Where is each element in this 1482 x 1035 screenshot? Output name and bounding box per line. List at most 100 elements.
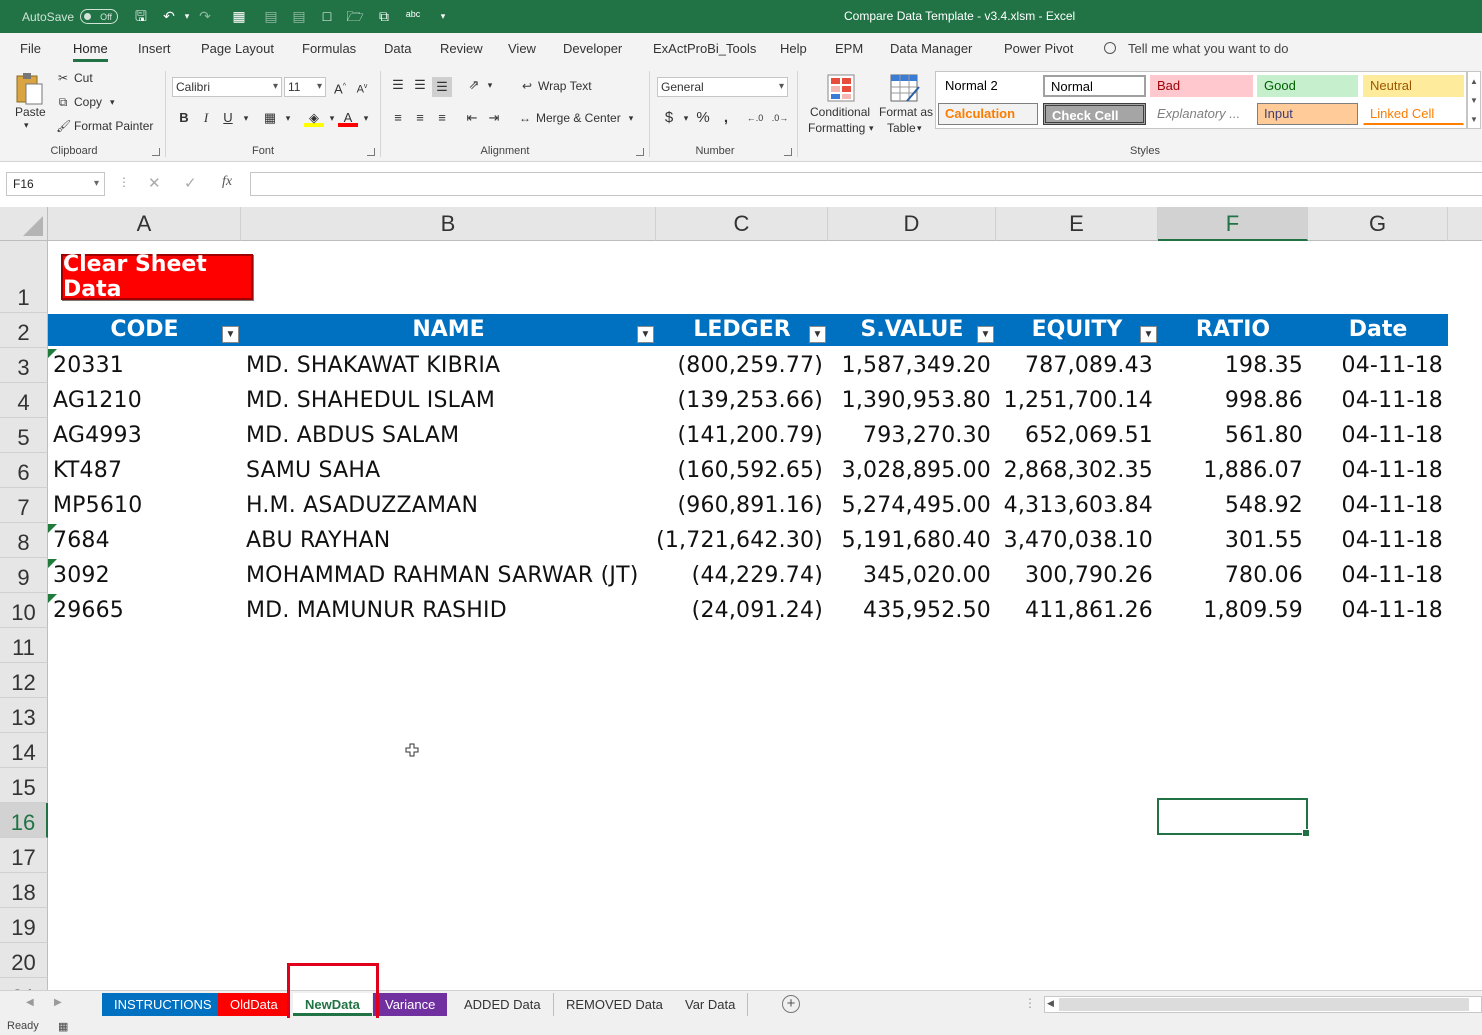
cell-name[interactable]: MD. SHAKAWAT KIBRIA: [241, 348, 656, 383]
cell-date[interactable]: 04-11-18: [1308, 383, 1448, 418]
sheet-icon[interactable]: □: [318, 8, 336, 25]
cell-equity[interactable]: 787,089.43: [996, 348, 1158, 383]
style-good[interactable]: Good: [1257, 75, 1358, 97]
tab-epm[interactable]: EPM: [835, 33, 863, 65]
cell-name[interactable]: SAMU SAHA: [241, 453, 656, 488]
row-header-16[interactable]: 16: [0, 803, 48, 838]
underline-button[interactable]: U: [218, 108, 238, 128]
cell-date[interactable]: 04-11-18: [1308, 418, 1448, 453]
cell-svalue[interactable]: 793,270.30: [828, 418, 996, 453]
font-color-icon[interactable]: A: [338, 108, 358, 127]
cell-code[interactable]: 29665: [48, 593, 241, 628]
wrap-text-button[interactable]: ↩ Wrap Text: [520, 79, 592, 93]
cell-name[interactable]: MOHAMMAD RAHMAN SARWAR (JT): [241, 558, 656, 593]
cell-ledger[interactable]: (24,091.24): [656, 593, 828, 628]
cell-ledger[interactable]: (1,721,642.30): [656, 523, 828, 558]
tab-power-pivot[interactable]: Power Pivot: [1004, 33, 1073, 65]
tab-help[interactable]: Help: [780, 33, 807, 65]
row-header-4[interactable]: 4: [0, 383, 48, 418]
increase-decimal-icon[interactable]: ←.0: [745, 108, 765, 128]
cell-svalue[interactable]: 3,028,895.00: [828, 453, 996, 488]
cell-ledger[interactable]: (160,592.65): [656, 453, 828, 488]
borders-dropdown-icon[interactable]: ▾: [278, 108, 298, 128]
redo-icon[interactable]: ↷: [196, 8, 214, 25]
row-header-15[interactable]: 15: [0, 768, 48, 803]
filter-ledger-icon[interactable]: ▼: [809, 326, 826, 343]
column-header-b[interactable]: B: [241, 207, 656, 241]
spelling-icon[interactable]: abc: [404, 8, 422, 25]
merge-center-button[interactable]: ↔ Merge & Center ▾: [518, 111, 633, 125]
cell-ratio[interactable]: 198.35: [1158, 348, 1308, 383]
cell-name[interactable]: H.M. ASADUZZAMAN: [241, 488, 656, 523]
add-sheet-icon[interactable]: +: [782, 995, 800, 1013]
cell-ratio[interactable]: 561.80: [1158, 418, 1308, 453]
cell-code[interactable]: AG4993: [48, 418, 241, 453]
conditional-formatting-dropdown-icon[interactable]: ▾: [869, 123, 874, 134]
tab-data[interactable]: Data: [384, 33, 411, 65]
row-header-8[interactable]: 8: [0, 523, 48, 558]
style-input[interactable]: Input: [1257, 103, 1358, 125]
row-header-19[interactable]: 19: [0, 908, 48, 943]
scroll-left-icon[interactable]: ◀: [1047, 998, 1054, 1009]
cell-svalue[interactable]: 5,191,680.40: [828, 523, 996, 558]
tab-exactprobi-tools[interactable]: ExActProBi_Tools: [653, 33, 756, 65]
copy-window-icon[interactable]: ⧉: [375, 8, 393, 25]
cell-name[interactable]: ABU RAYHAN: [241, 523, 656, 558]
orientation-dropdown-icon[interactable]: ▾: [480, 75, 500, 95]
row-header-3[interactable]: 3: [0, 348, 48, 383]
cut-button[interactable]: ✂ Cut: [56, 71, 93, 85]
sheet-tab-olddata[interactable]: OldData: [218, 993, 290, 1016]
format-as-table-button[interactable]: Format as: [879, 105, 933, 119]
column-header-h[interactable]: [1448, 207, 1482, 241]
tab-developer[interactable]: Developer: [563, 33, 622, 65]
row-header-2[interactable]: 2: [0, 313, 48, 348]
font-name-select[interactable]: Calibri: [172, 77, 282, 97]
column-header-c[interactable]: C: [656, 207, 828, 241]
sheet-tab-instructions[interactable]: INSTRUCTIONS: [102, 993, 224, 1016]
cell-ledger[interactable]: (139,253.66): [656, 383, 828, 418]
cell-ratio[interactable]: 998.86: [1158, 383, 1308, 418]
filter-name-icon[interactable]: ▼: [637, 326, 654, 343]
style-calculation[interactable]: Calculation: [938, 103, 1038, 125]
cell-code[interactable]: KT487: [48, 453, 241, 488]
column-header-g[interactable]: G: [1308, 207, 1448, 241]
cancel-icon[interactable]: ✕: [148, 174, 161, 192]
font-color-dropdown-icon[interactable]: ▾: [356, 108, 376, 128]
style-bad[interactable]: Bad: [1150, 75, 1253, 97]
style-normal-2[interactable]: Normal 2: [938, 75, 1038, 97]
cell-name[interactable]: MD. ABDUS SALAM: [241, 418, 656, 453]
sheet-tab-variance[interactable]: Variance: [373, 993, 448, 1016]
row-header-18[interactable]: 18: [0, 873, 48, 908]
tab-formulas[interactable]: Formulas: [302, 33, 356, 65]
cell-date[interactable]: 04-11-18: [1308, 348, 1448, 383]
fill-color-icon[interactable]: ◈: [304, 108, 324, 127]
style-linked-cell[interactable]: Linked Cell: [1363, 103, 1464, 125]
filter-svalue-icon[interactable]: ▼: [977, 326, 994, 343]
tell-me-search[interactable]: Tell me what you want to do: [1104, 33, 1288, 65]
decrease-font-icon[interactable]: Av: [352, 77, 372, 97]
row-header-1[interactable]: 1: [0, 241, 48, 313]
alignment-launcher-icon[interactable]: [636, 148, 644, 156]
cell-ledger[interactable]: (960,891.16): [656, 488, 828, 523]
prev-sheet-icon[interactable]: ◀: [26, 997, 34, 1008]
increase-font-icon[interactable]: A^: [330, 77, 350, 97]
align-left-icon[interactable]: ≡: [388, 108, 408, 128]
align-bottom-icon[interactable]: ☰: [432, 77, 452, 97]
cell-equity[interactable]: 411,861.26: [996, 593, 1158, 628]
cell-ratio[interactable]: 1,886.07: [1158, 453, 1308, 488]
style-normal[interactable]: Normal: [1043, 75, 1146, 97]
filter-equity-icon[interactable]: ▼: [1140, 326, 1157, 343]
align-top-icon[interactable]: ☰: [388, 75, 408, 95]
cell-date[interactable]: 04-11-18: [1308, 593, 1448, 628]
tab-home[interactable]: Home: [73, 33, 108, 65]
cell-svalue[interactable]: 5,274,495.00: [828, 488, 996, 523]
borders-icon[interactable]: ▦: [260, 108, 280, 128]
cell-ledger[interactable]: (800,259.77): [656, 348, 828, 383]
decrease-indent-icon[interactable]: ⇤: [462, 108, 482, 128]
cell-date[interactable]: 04-11-18: [1308, 558, 1448, 593]
table-icon[interactable]: ▦: [230, 8, 248, 25]
cell-svalue[interactable]: 1,587,349.20: [828, 348, 996, 383]
insert-function-icon[interactable]: fx: [222, 174, 232, 190]
cell-equity[interactable]: 300,790.26: [996, 558, 1158, 593]
row-header-5[interactable]: 5: [0, 418, 48, 453]
